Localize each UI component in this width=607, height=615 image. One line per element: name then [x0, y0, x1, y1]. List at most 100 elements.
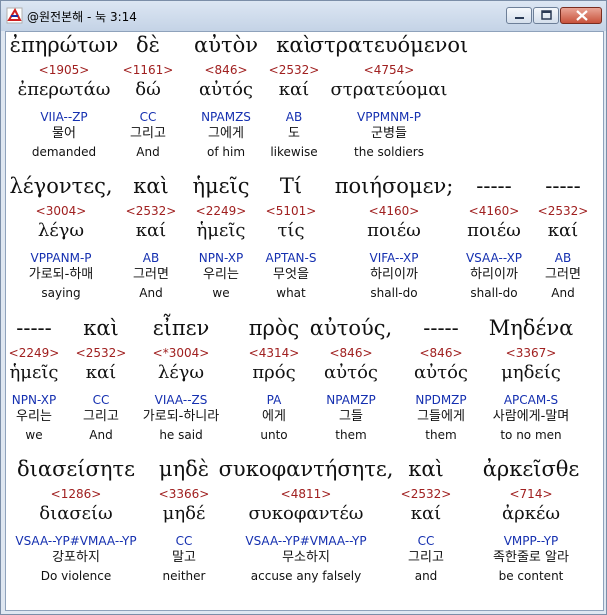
strong-number[interactable]: <846> — [329, 346, 372, 361]
strong-number[interactable]: <846> — [204, 63, 247, 78]
english-gloss: And — [136, 145, 160, 159]
lemma: καί — [278, 79, 310, 100]
parsing-code: VIAA--ZS — [154, 393, 208, 407]
greek-word: συκοφαντήσητε, — [218, 457, 394, 481]
english-gloss: saying — [41, 286, 81, 300]
korean-gloss: 군병들 — [371, 126, 407, 141]
greek-word: διασείσητε — [17, 457, 135, 481]
maximize-button[interactable] — [533, 7, 559, 24]
parsing-code: VSAA--XP — [465, 251, 523, 265]
parsing-code: AB — [554, 251, 572, 265]
close-icon — [576, 10, 588, 21]
korean-gloss: 그러면 — [133, 267, 169, 282]
strong-number[interactable]: <1905> — [39, 63, 90, 78]
greek-word: μηδὲ — [158, 457, 210, 481]
lemma: ἡμεῖς — [196, 220, 246, 241]
strong-number[interactable]: <4754> — [364, 63, 415, 78]
greek-word: ἀρκεῖσθε — [482, 457, 580, 481]
strong-number[interactable]: <4160> — [369, 204, 420, 219]
english-gloss: neither — [162, 569, 206, 583]
strong-number[interactable]: <3004> — [36, 204, 87, 219]
app-window: @원전본해 - 눅 3:14 ἐπηρώτων <1905> ἐπερωτάω VII… — [0, 0, 607, 615]
parsing-code: APCAM-S — [503, 393, 559, 407]
strong-number[interactable]: <2249> — [196, 204, 247, 219]
korean-gloss: 물어 — [52, 126, 76, 141]
english-gloss: And — [89, 428, 113, 442]
english-gloss: to no men — [500, 428, 562, 442]
strong-number[interactable]: <2249> — [9, 346, 60, 361]
close-button[interactable] — [560, 7, 602, 24]
strong-number[interactable]: <5101> — [266, 204, 317, 219]
greek-word: ἡμεῖς — [192, 174, 250, 198]
korean-gloss: 도 — [288, 126, 300, 141]
greek-word: λέγοντες, — [9, 174, 113, 198]
english-gloss: Do violence — [40, 569, 112, 583]
strong-number[interactable]: <2532> — [76, 346, 127, 361]
korean-gloss: 그들 — [339, 409, 363, 424]
lemma: καί — [135, 220, 167, 241]
window-title: @원전본해 - 눅 3:14 — [27, 10, 137, 24]
english-gloss: the soldiers — [354, 145, 424, 159]
lemma: μηδείς — [501, 362, 561, 383]
parsing-code: NPN-XP — [198, 251, 244, 265]
greek-word: ποιήσομεν; — [334, 174, 454, 198]
greek-word: ----- — [476, 174, 512, 198]
strong-number[interactable]: <*3004> — [153, 346, 210, 361]
strong-number[interactable]: <2532> — [126, 204, 177, 219]
english-gloss: what — [276, 286, 306, 300]
strong-number[interactable]: <3367> — [506, 346, 557, 361]
strong-number[interactable]: <2532> — [538, 204, 589, 219]
strong-number[interactable]: <714> — [509, 487, 552, 502]
korean-gloss: 그러면 — [545, 267, 581, 282]
korean-gloss: 그리고 — [408, 550, 444, 565]
greek-word: ----- — [16, 316, 52, 340]
strong-number[interactable]: <4160> — [469, 204, 520, 219]
interlinear-panel[interactable]: ἐπηρώτων <1905> ἐπερωτάω VIIA--ZP 물어 demanded… — [5, 31, 604, 611]
strong-number[interactable]: <2532> — [401, 487, 452, 502]
lemma: ἡμεῖς — [9, 362, 59, 383]
greek-word: ----- — [423, 316, 459, 340]
lemma: συκοφαντέω — [248, 503, 364, 524]
korean-gloss: 사람에게-말며 — [492, 409, 570, 424]
greek-word: εἶπεν — [152, 316, 210, 340]
korean-gloss: 무소하지 — [282, 550, 330, 565]
parsing-code: VSAA--YP#VMAA--YP — [15, 534, 137, 548]
korean-gloss: 무엇을 — [273, 267, 309, 282]
strong-number[interactable]: <4314> — [249, 346, 300, 361]
parsing-code: VSAA--YP#VMAA--YP — [245, 534, 367, 548]
english-gloss: unto — [260, 428, 288, 442]
strong-number[interactable]: <4811> — [281, 487, 332, 502]
strong-number[interactable]: <2532> — [269, 63, 320, 78]
english-gloss: be content — [498, 569, 564, 583]
greek-word: Μηδένα — [488, 316, 574, 340]
parsing-code: AB — [285, 110, 303, 124]
strong-number[interactable]: <3366> — [159, 487, 210, 502]
english-gloss: And — [551, 286, 575, 300]
title-bar[interactable]: @원전본해 - 눅 3:14 — [1, 1, 606, 31]
korean-gloss: 우리는 — [203, 267, 239, 282]
lemma: μηδέ — [162, 503, 206, 524]
korean-gloss: 에게 — [262, 409, 286, 424]
english-gloss: demanded — [31, 145, 97, 159]
lemma: λέγω — [37, 220, 85, 241]
parsing-code: VMPP--YP — [503, 534, 559, 548]
english-gloss: we — [212, 286, 230, 300]
korean-gloss: 말고 — [172, 550, 196, 565]
greek-word: καὶ — [408, 457, 444, 481]
minimize-button[interactable] — [506, 7, 532, 24]
parsing-code: VIFA--XP — [369, 251, 419, 265]
parsing-code: VIIA--ZP — [40, 110, 88, 124]
lemma: ποιέω — [467, 220, 521, 241]
strong-number[interactable]: <1161> — [123, 63, 174, 78]
strong-number[interactable]: <846> — [419, 346, 462, 361]
parsing-code: VPPANM-P — [30, 251, 92, 265]
strong-number[interactable]: <1286> — [51, 487, 102, 502]
parsing-code: NPAMZP — [326, 393, 376, 407]
english-gloss: we — [25, 428, 43, 442]
korean-gloss: 가로되-하매 — [28, 267, 94, 282]
parsing-code: CC — [417, 534, 435, 548]
lemma: αὐτός — [324, 362, 378, 383]
greek-word: καὶ — [83, 316, 119, 340]
korean-gloss: 하리이까 — [470, 267, 518, 282]
english-gloss: And — [139, 286, 163, 300]
